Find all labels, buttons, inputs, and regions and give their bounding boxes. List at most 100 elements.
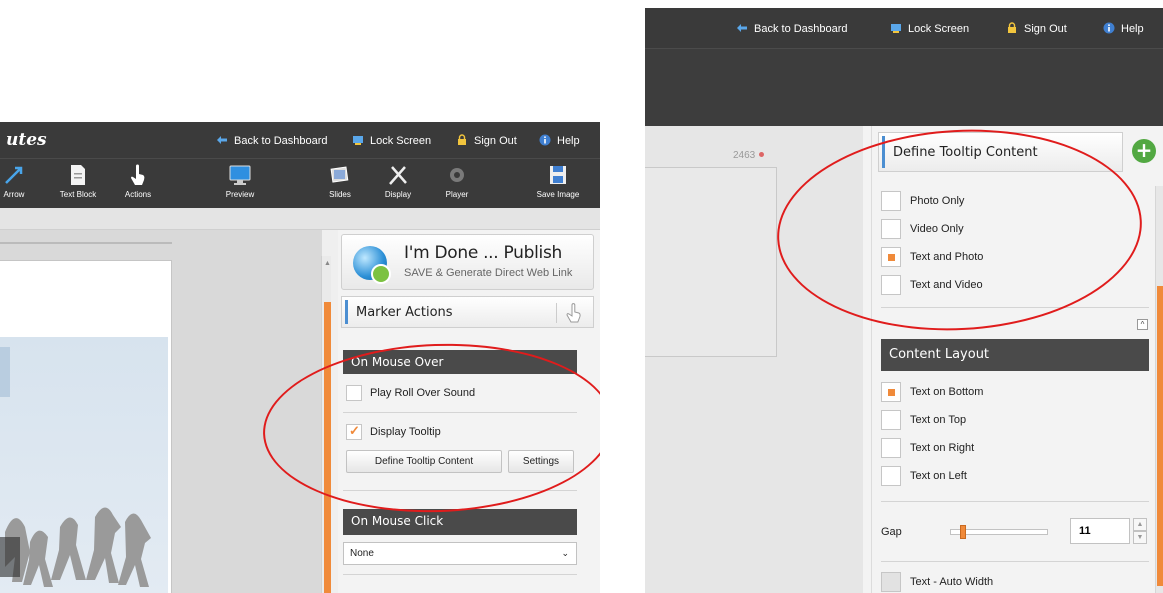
mouse-click-selected-value: None — [350, 548, 374, 559]
on-mouse-click-header: On Mouse Click — [343, 509, 577, 535]
canvas-photo — [0, 337, 168, 593]
publish-button[interactable]: I'm Done ... Publish SAVE & Generate Dir… — [341, 234, 594, 290]
content-layout-header: Content Layout — [881, 339, 1149, 371]
canvas-number-label: 2463 — [733, 150, 756, 161]
tool-text-block[interactable]: Text Block — [48, 163, 108, 199]
option-checkbox-text-and-photo[interactable] — [881, 247, 901, 267]
gap-label: Gap — [881, 526, 902, 538]
collapse-section-button[interactable]: ^ — [1137, 319, 1148, 330]
option-label-photo-only: Photo Only — [910, 195, 965, 207]
define-tooltip-content-header: Define Tooltip Content — [878, 132, 1123, 172]
sign-out-label: Sign Out — [1024, 23, 1067, 35]
slides-icon — [330, 166, 349, 183]
tool-preview[interactable]: Preview — [210, 163, 270, 199]
sign-out-link[interactable]: Sign Out — [456, 134, 517, 147]
main-toolbar: Arrow Text Block Actions Preview Slides … — [0, 158, 600, 208]
chevron-down-icon: ⌄ — [561, 548, 569, 558]
mouse-click-select[interactable]: None ⌄ — [343, 542, 577, 565]
back-to-dashboard-link[interactable]: Back to Dashboard — [736, 22, 848, 35]
gap-value-input[interactable]: 11 — [1070, 518, 1130, 544]
globe-icon — [353, 246, 391, 284]
marker-actions-title: Marker Actions — [356, 305, 453, 320]
editor-canvas[interactable]: 2463 — [645, 126, 863, 593]
layout-label-text-on-left: Text on Left — [910, 470, 967, 482]
layout-label-text-on-bottom: Text on Bottom — [910, 386, 984, 398]
sign-out-link[interactable]: Sign Out — [1006, 22, 1067, 35]
define-tooltip-content-button[interactable]: Define Tooltip Content — [346, 450, 502, 473]
tool-actions[interactable]: Actions — [108, 163, 168, 199]
option-checkbox-photo-only[interactable] — [881, 191, 901, 211]
lock-screen-link[interactable]: Lock Screen — [890, 22, 969, 35]
separator — [343, 574, 577, 575]
auto-width-label: Text - Auto Width — [910, 576, 994, 588]
tool-display[interactable]: Display — [368, 163, 428, 199]
tool-slides-label: Slides — [329, 190, 351, 199]
monitor-lock-icon — [353, 136, 363, 145]
on-mouse-over-header: On Mouse Over — [343, 350, 577, 374]
sign-out-label: Sign Out — [474, 135, 517, 147]
arrow-left-icon — [217, 136, 227, 144]
marker-actions-header: Marker Actions — [341, 296, 594, 328]
document-icon — [71, 165, 85, 185]
option-label-text-and-video: Text and Video — [910, 279, 983, 291]
play-roll-over-sound-checkbox[interactable] — [346, 385, 362, 401]
scroll-up-icon[interactable]: ▲ — [324, 260, 331, 268]
option-checkbox-video-only[interactable] — [881, 219, 901, 239]
auto-width-checkbox[interactable] — [881, 572, 901, 592]
option-checkbox-text-and-video[interactable] — [881, 275, 901, 295]
tool-player[interactable]: Player — [427, 163, 487, 199]
option-label-video-only: Video Only — [910, 223, 964, 235]
info-icon — [539, 134, 551, 146]
tool-save-image-label: Save Image — [536, 190, 580, 199]
editor-left-view: utes Back to Dashboard Lock Screen Sign … — [0, 122, 600, 593]
canvas-page — [645, 167, 777, 357]
arrow-tool-icon — [5, 166, 23, 184]
layout-checkbox-text-on-left[interactable] — [881, 466, 901, 486]
layout-checkbox-text-on-bottom[interactable] — [881, 382, 901, 402]
checkmark-icon: ✓ — [349, 423, 360, 438]
padlock-icon — [458, 134, 466, 145]
lock-screen-label: Lock Screen — [908, 23, 970, 35]
canvas-divider — [0, 242, 172, 244]
selected-indicator — [888, 254, 895, 261]
tool-actions-label: Actions — [124, 190, 152, 199]
spin-up-icon[interactable]: ▲ — [1133, 518, 1147, 531]
editor-canvas[interactable] — [0, 230, 322, 593]
canvas-page — [0, 260, 172, 593]
selected-indicator — [888, 389, 895, 396]
separator — [881, 561, 1149, 562]
editor-subbar — [0, 208, 600, 230]
back-to-dashboard-link[interactable]: Back to Dashboard — [216, 134, 328, 147]
help-label: Help — [557, 135, 580, 147]
hand-pointer-icon — [131, 164, 145, 185]
lock-screen-link[interactable]: Lock Screen — [352, 134, 431, 147]
lock-screen-label: Lock Screen — [370, 135, 432, 147]
tool-arrow[interactable]: Arrow — [0, 163, 44, 199]
play-roll-over-sound-label: Play Roll Over Sound — [370, 387, 476, 399]
tool-save-image[interactable]: Save Image — [528, 163, 588, 199]
help-link[interactable]: Help — [539, 134, 580, 147]
separator — [343, 490, 577, 491]
tooltip-options-panel: Define Tooltip Content + Photo Only Vide… — [871, 126, 1163, 593]
running-silhouettes-image — [0, 347, 151, 587]
layout-checkbox-text-on-right[interactable] — [881, 438, 901, 458]
gap-slider-thumb[interactable] — [960, 525, 966, 539]
add-plus-icon[interactable]: + — [1132, 139, 1156, 163]
tool-slides[interactable]: Slides — [310, 163, 370, 199]
tool-preview-label: Preview — [225, 190, 255, 199]
option-label-text-and-photo: Text and Photo — [910, 251, 984, 263]
publish-subtitle: SAVE & Generate Direct Web Link — [404, 267, 573, 279]
app-logo-fragment: utes — [6, 130, 47, 150]
define-tooltip-content-title: Define Tooltip Content — [893, 145, 1038, 160]
settings-button[interactable]: Settings — [508, 450, 574, 473]
hand-cursor-icon — [566, 303, 581, 323]
spin-down-icon[interactable]: ▼ — [1133, 531, 1147, 544]
help-link[interactable]: Help — [1103, 22, 1144, 35]
help-label: Help — [1121, 23, 1144, 35]
top-nav-bar: utes Back to Dashboard Lock Screen Sign … — [0, 122, 600, 158]
display-tooltip-checkbox[interactable]: ✓ — [346, 423, 362, 440]
wrench-screwdriver-icon — [389, 166, 407, 185]
layout-checkbox-text-on-top[interactable] — [881, 410, 901, 430]
separator — [881, 307, 1149, 308]
gear-icon — [450, 168, 464, 182]
